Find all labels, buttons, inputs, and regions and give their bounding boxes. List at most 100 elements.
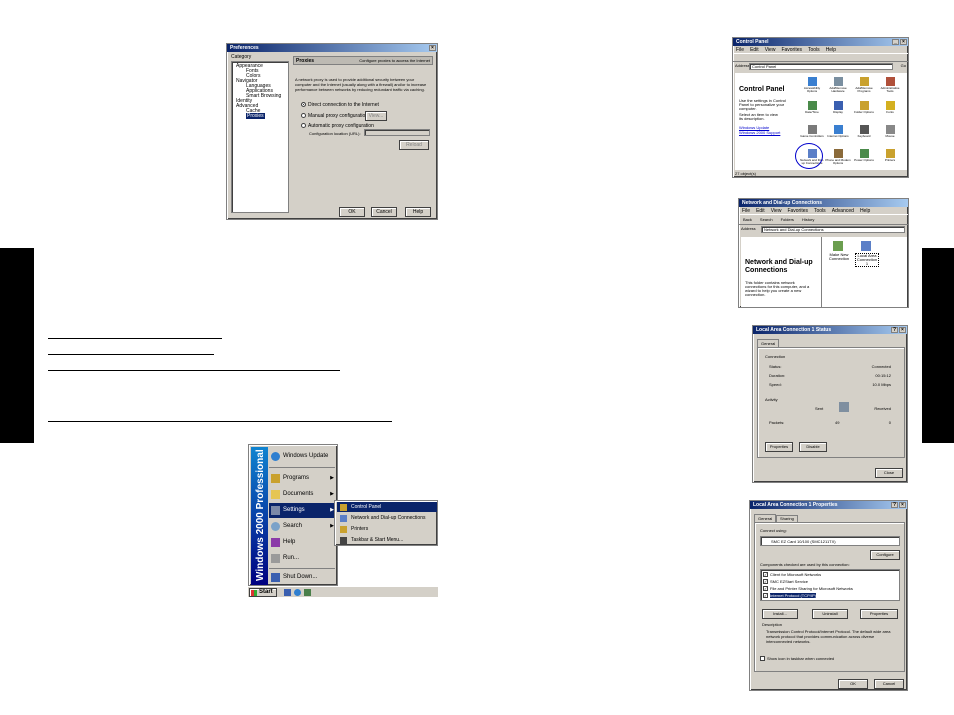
cp-item[interactable]: Administrative Tools [877, 77, 903, 100]
option-manual[interactable]: Manual proxy configuration [301, 113, 368, 119]
help-icon[interactable]: ? [891, 327, 898, 333]
local-area-connection-icon[interactable] [861, 241, 871, 251]
menu-help[interactable]: Help [860, 208, 870, 214]
components-list[interactable]: ✓ Client for Microsoft Networks ✓ SMC EZSt… [760, 569, 900, 601]
submenu-taskbar[interactable]: Taskbar & Start Menu... [337, 535, 437, 545]
properties-button[interactable]: Properties [765, 442, 793, 452]
menu-edit[interactable]: Edit [750, 47, 759, 53]
start-item-help[interactable]: Help [269, 535, 337, 550]
go-button[interactable]: Go [901, 63, 906, 69]
windows-support-link[interactable]: Windows 2000 Support [739, 130, 780, 136]
quicklaunch-ie-icon[interactable] [294, 589, 301, 596]
cp-item[interactable]: Printers [877, 149, 903, 172]
cp-item-icon [808, 125, 817, 134]
submenu-printers[interactable]: Printers [337, 524, 437, 534]
cp-item[interactable]: Keyboard [851, 125, 877, 148]
menu-view[interactable]: View [771, 208, 782, 214]
cp-item[interactable]: Folder Options [851, 101, 877, 124]
back-button[interactable]: Back [743, 217, 752, 222]
menu-help[interactable]: Help [826, 47, 836, 53]
make-new-connection-label[interactable]: Make New Connection [827, 253, 851, 261]
checkbox-icon: ✓ [763, 586, 768, 592]
menu-favorites[interactable]: Favorites [781, 47, 802, 53]
search-button[interactable]: Search [760, 217, 773, 222]
minimize-icon[interactable]: _ [892, 39, 899, 45]
start-item-windows-update[interactable]: Windows Update [269, 449, 337, 464]
radio-icon [301, 113, 306, 119]
shut-down-icon [271, 573, 280, 582]
taskbar-icon [340, 537, 347, 544]
component-file-printer[interactable]: ✓ File and Printer Sharing for Microsoft … [763, 586, 853, 592]
component-properties-button[interactable]: Properties [860, 609, 898, 619]
close-button[interactable]: Close [875, 468, 903, 478]
cp-item[interactable]: Display [825, 101, 851, 124]
start-item-run[interactable]: Run... [269, 551, 337, 566]
local-area-connection-label[interactable]: Local Area Connection 1 [855, 253, 879, 267]
disable-button[interactable]: Disable [799, 442, 827, 452]
start-item-documents[interactable]: Documents ▶ [269, 487, 337, 502]
configure-button[interactable]: Configure [870, 550, 900, 560]
control-panel-blurb: Use the settings in Control Panel to per… [739, 98, 786, 111]
start-item-search[interactable]: Search ▶ [269, 519, 337, 534]
category-tree[interactable]: Appearance Fonts Colors Navigator Langua… [231, 61, 289, 213]
menu-tools[interactable]: Tools [814, 208, 826, 214]
cp-item[interactable]: Accessibility Options [799, 77, 825, 100]
cancel-button[interactable]: Cancel [874, 679, 904, 689]
folders-button[interactable]: Folders [781, 217, 794, 222]
close-icon[interactable]: × [900, 39, 907, 45]
component-ezstart[interactable]: ✓ SMC EZStart Service [763, 579, 808, 585]
ok-button[interactable]: OK [838, 679, 868, 689]
ok-button[interactable]: OK [339, 207, 365, 217]
cp-item[interactable]: Fonts [877, 101, 903, 124]
submenu-network[interactable]: Network and Dial-up Connections [337, 513, 437, 523]
history-button[interactable]: History [802, 217, 814, 222]
cp-item[interactable]: Add/Remove Hardware [825, 77, 851, 100]
cp-item[interactable]: Power Options [851, 149, 877, 172]
quicklaunch-outlook-icon[interactable] [304, 589, 311, 596]
tab-sharing[interactable]: Sharing [776, 515, 798, 522]
uninstall-button[interactable]: Uninstall [812, 609, 848, 619]
help-icon[interactable]: ? [891, 502, 898, 508]
cp-item[interactable]: Mouse [877, 125, 903, 148]
component-tcpip[interactable]: ✓ Internet Protocol (TCP/IP) [763, 593, 817, 599]
make-new-connection-icon[interactable] [833, 241, 843, 251]
cp-item[interactable]: Phone and Modem Options [825, 149, 851, 172]
cancel-button[interactable]: Cancel [371, 207, 397, 217]
start-item-programs[interactable]: Programs ▶ [269, 471, 337, 486]
submenu-control-panel[interactable]: Control Panel [337, 502, 437, 512]
network-window: Network and Dial-up Connections File Edi… [738, 198, 909, 308]
close-icon[interactable]: × [429, 45, 436, 51]
start-button[interactable]: Start [249, 588, 277, 597]
network-heading: Network and Dial-up Connections [745, 259, 813, 274]
help-button[interactable]: Help [405, 207, 431, 217]
install-button[interactable]: Install... [762, 609, 798, 619]
option-direct[interactable]: Direct connection to the Internet [301, 102, 379, 108]
reload-button[interactable]: Reload [399, 140, 429, 150]
menu-advanced[interactable]: Advanced [832, 208, 854, 214]
cp-item[interactable]: Add/Remove Programs [851, 77, 877, 100]
option-automatic[interactable]: Automatic proxy configuration [301, 123, 374, 129]
cp-item-icon [886, 149, 895, 158]
menu-favorites[interactable]: Favorites [787, 208, 808, 214]
quicklaunch-desktop-icon[interactable] [284, 589, 291, 596]
start-item-settings[interactable]: Settings ▶ [269, 503, 337, 518]
menu-tools[interactable]: Tools [808, 47, 820, 53]
cp-item[interactable]: Date/Time [799, 101, 825, 124]
cp-item[interactable]: Internet Options [825, 125, 851, 148]
tree-item-proxies[interactable]: Proxies [246, 113, 265, 119]
view-button[interactable]: View... [365, 111, 387, 121]
show-icon-checkbox[interactable]: Show icon in taskbar when connected [760, 656, 834, 662]
config-location-input[interactable] [364, 129, 430, 136]
menu-edit[interactable]: Edit [756, 208, 765, 214]
start-item-shut-down[interactable]: Shut Down... [269, 570, 337, 585]
close-icon[interactable]: × [899, 327, 906, 333]
menu-view[interactable]: View [765, 47, 776, 53]
menu-file[interactable]: File [742, 208, 750, 214]
address-input[interactable]: Control Panel [749, 63, 893, 70]
address-input[interactable]: Network and Dial-up Connections [761, 226, 905, 233]
cp-item-label: Printers [884, 159, 896, 162]
menu-file[interactable]: File [736, 47, 744, 53]
close-icon[interactable]: × [899, 502, 906, 508]
cp-item-label: Phone and Modem Options [825, 159, 851, 165]
component-client[interactable]: ✓ Client for Microsoft Networks [763, 572, 821, 578]
